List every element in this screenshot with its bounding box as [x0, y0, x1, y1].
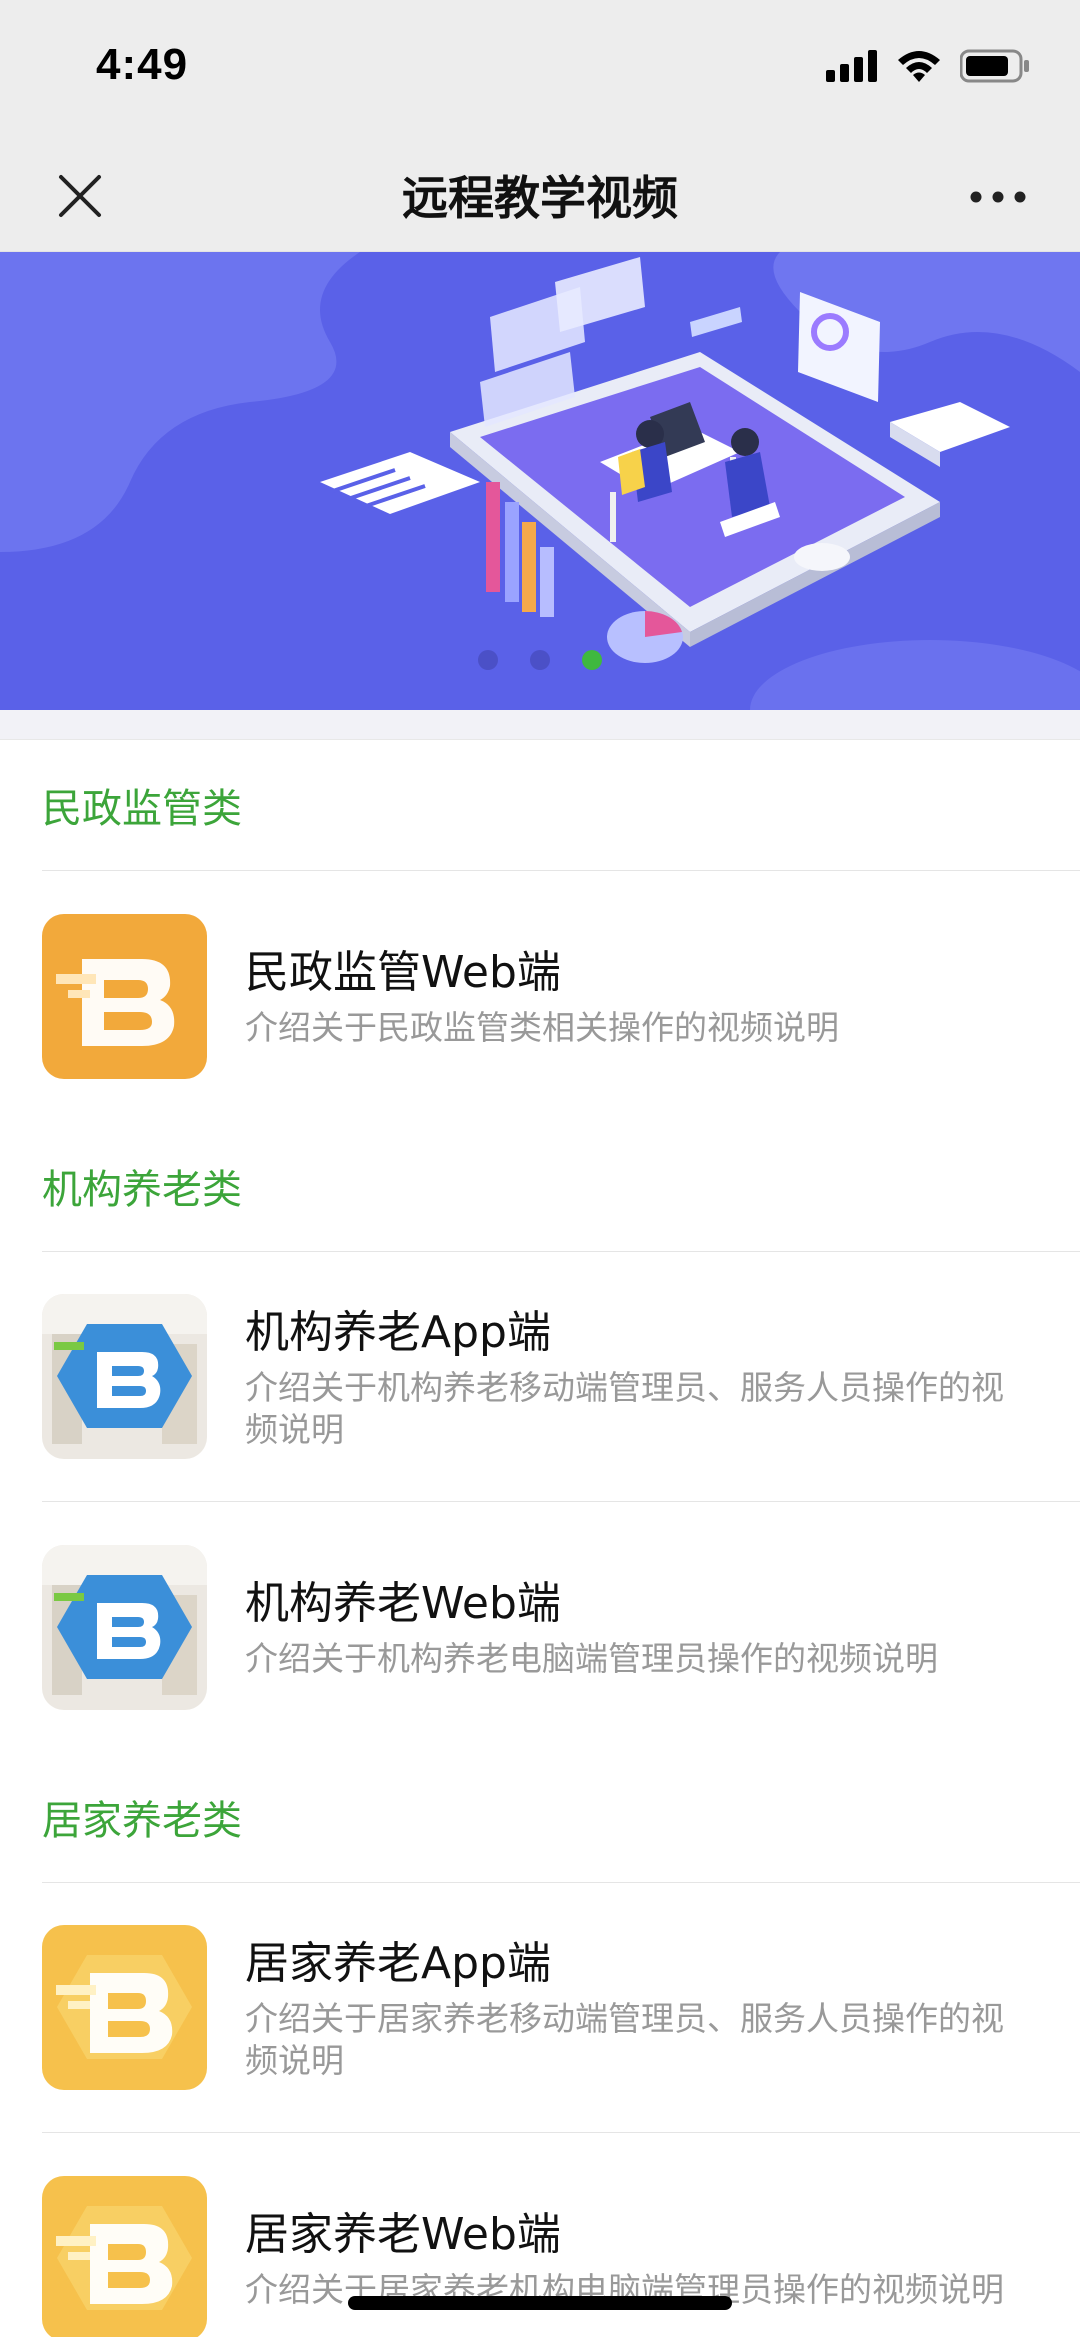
section-title: 机构养老类 [42, 1167, 242, 1213]
carousel-dots [0, 650, 1080, 670]
nav-bar: 远程教学视频 [0, 140, 1080, 252]
item-title: 机构养老App端 [245, 1306, 551, 1358]
item-description: 介绍关于机构养老电脑端管理员操作的视频说明 [245, 1639, 938, 1678]
video-category-list: 民政监管类 民政监管Web端 介绍关于民政监管类相关操作的视频说明 机构养老类 [0, 740, 1080, 2337]
wifi-icon [896, 49, 942, 87]
list-item[interactable]: 机构养老App端 介绍关于机构养老移动端管理员、服务人员操作的视频说明 [42, 1252, 1080, 1502]
item-title: 机构养老Web端 [245, 1578, 561, 1629]
divider [0, 710, 1080, 740]
list-item[interactable]: 民政监管Web端 介绍关于民政监管类相关操作的视频说明 [42, 871, 1080, 1121]
carousel-dot-active[interactable] [582, 650, 602, 670]
app-logo-icon [42, 1294, 207, 1459]
item-description: 介绍关于民政监管类相关操作的视频说明 [245, 1008, 839, 1047]
more-icon[interactable] [958, 172, 1038, 222]
app-logo-icon [42, 1925, 207, 2090]
item-title: 居家养老App端 [245, 1937, 551, 1989]
banner-illustration [0, 252, 1080, 710]
status-bar: 4:49 [0, 0, 1080, 140]
item-title: 居家养老Web端 [245, 2209, 561, 2260]
battery-icon [959, 49, 1030, 87]
item-title: 民政监管Web端 [245, 947, 561, 998]
app-logo-icon [42, 2175, 207, 2337]
section-title: 居家养老类 [42, 1798, 242, 1844]
item-description: 介绍关于机构养老移动端管理员、服务人员操作的视频说明 [245, 1367, 1004, 1449]
item-description: 介绍关于居家养老移动端管理员、服务人员操作的视频说明 [245, 1998, 1004, 2080]
page-title: 远程教学视频 [402, 171, 678, 225]
app-logo-icon [42, 913, 207, 1079]
app-logo-icon [42, 1544, 207, 1710]
signal-icon [826, 50, 878, 86]
section-title: 民政监管类 [42, 786, 242, 832]
status-time: 4:49 [96, 40, 189, 89]
carousel-dot[interactable] [530, 650, 550, 670]
banner-carousel[interactable] [0, 252, 1080, 710]
list-item[interactable]: 居家养老App端 介绍关于居家养老移动端管理员、服务人员操作的视频说明 [42, 1883, 1080, 2133]
home-indicator[interactable] [348, 2296, 732, 2310]
list-item[interactable]: 机构养老Web端 介绍关于机构养老电脑端管理员操作的视频说明 [42, 1502, 1080, 1752]
status-icons [826, 48, 1030, 88]
carousel-dot[interactable] [478, 650, 498, 670]
